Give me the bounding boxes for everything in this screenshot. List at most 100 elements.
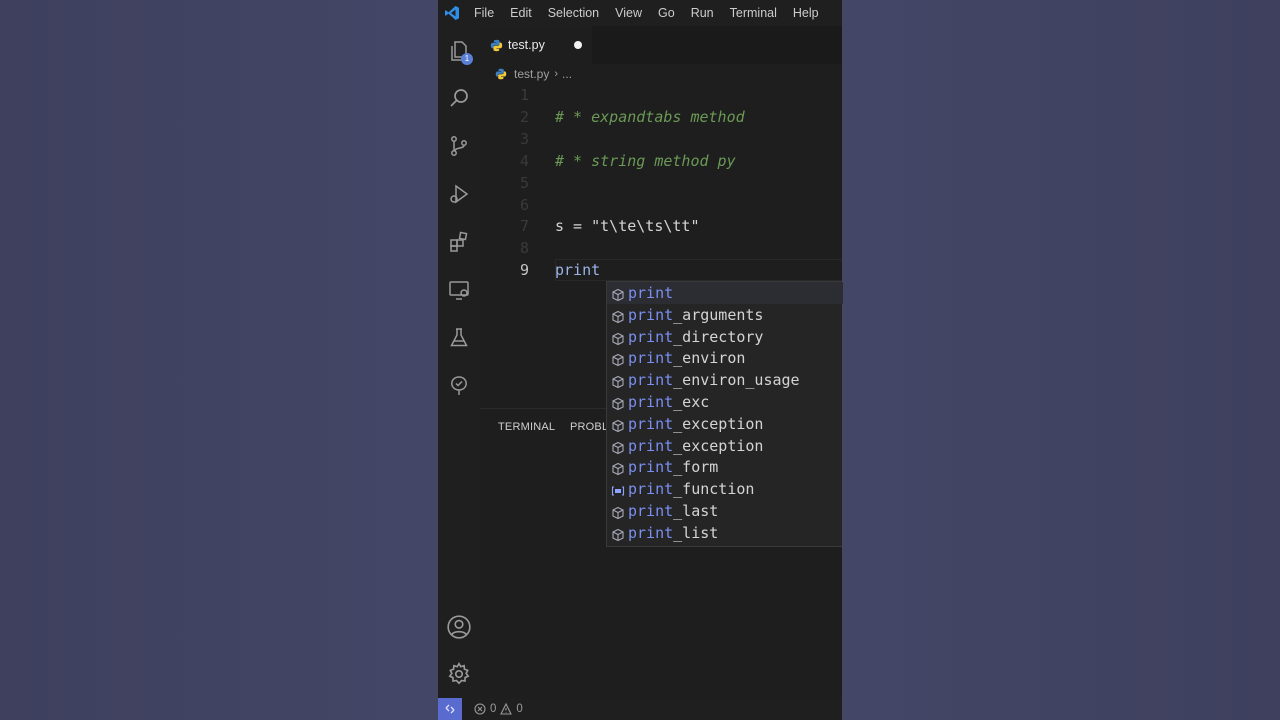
menu-view[interactable]: View <box>607 0 650 26</box>
suggestion-item[interactable]: print_directory <box>607 326 843 348</box>
suggestion-item[interactable]: print_exception <box>607 435 843 457</box>
suggestion-rest: _environ_usage <box>673 371 800 390</box>
menu-selection[interactable]: Selection <box>540 0 607 26</box>
line-number: 2 <box>519 108 529 126</box>
cube-icon <box>611 373 625 389</box>
suggestion-label: print_list <box>628 522 718 544</box>
menu-run[interactable]: Run <box>683 0 722 26</box>
tab-test-py[interactable]: test.py <box>480 26 592 65</box>
line-code: print <box>555 261 601 279</box>
suggestion-match: print <box>628 327 674 346</box>
suggestion-item[interactable]: print_exc <box>607 391 843 413</box>
suggestion-item[interactable]: print_function <box>607 478 843 500</box>
suggestion-match: print <box>628 502 674 520</box>
suggestion-match: print <box>628 305 674 324</box>
suggestion-rest: _exception <box>673 436 764 455</box>
breadcrumb-symbol[interactable]: ... <box>562 67 572 81</box>
explorer-badge: 1 <box>461 53 473 65</box>
unsaved-dot-icon[interactable] <box>574 41 582 49</box>
menu-edit[interactable]: Edit <box>502 0 540 26</box>
suggestion-match: print <box>628 436 674 455</box>
suggestion-match: print <box>628 284 674 302</box>
cube-icon <box>611 286 625 302</box>
suggestion-rest: _arguments <box>673 305 764 324</box>
warning-count: 0 <box>516 703 523 715</box>
suggestion-match: print <box>628 480 674 499</box>
line-code: # * string method py <box>555 152 736 170</box>
code-line: 3 <box>480 128 842 150</box>
suggestion-rest: _form <box>673 458 719 477</box>
cube-icon <box>611 417 625 432</box>
code-line: 1 <box>480 84 842 106</box>
testing-flask-icon[interactable] <box>443 322 475 354</box>
search-icon[interactable] <box>443 82 475 114</box>
suggestion-label: print_function <box>628 478 754 500</box>
cube-icon <box>611 395 625 411</box>
line-code: s = "t\te\ts\tt" <box>555 217 700 235</box>
suggestion-item[interactable]: print_arguments <box>607 304 843 326</box>
suggestion-label: print_directory <box>628 326 763 348</box>
code-line: 7 s = "t\te\ts\tt" <box>480 215 842 237</box>
suggestion-rest: _function <box>673 480 755 499</box>
menu-file[interactable]: File <box>466 0 502 26</box>
suggestion-item[interactable]: print_environ <box>607 347 843 369</box>
suggestion-rest: _list <box>673 523 719 542</box>
tab-label: test.py <box>508 38 545 52</box>
settings-gear-icon[interactable] <box>443 658 475 690</box>
error-icon <box>474 703 486 715</box>
suggestion-rest: _exc <box>673 393 710 411</box>
cube-icon <box>611 330 625 345</box>
cube-icon <box>611 460 625 476</box>
suggestion-item[interactable]: print_environ_usage <box>607 369 843 391</box>
suggestion-label: print_arguments <box>628 304 763 326</box>
problems-status[interactable]: 0 0 <box>474 703 523 715</box>
code-line: 4 # * string method py <box>480 150 842 172</box>
code-line-active: 9 print <box>480 259 842 281</box>
suggestion-item[interactable]: print_form <box>607 456 843 478</box>
suggestion-rest: _last <box>673 502 719 520</box>
suggestion-item[interactable]: print_list <box>607 522 843 544</box>
breadcrumb: test.py › ... <box>480 64 842 84</box>
menu-terminal[interactable]: Terminal <box>722 0 785 26</box>
chevron-right-icon: › <box>554 68 559 80</box>
explorer-icon[interactable]: 1 <box>443 35 475 67</box>
code-line: 2 # * expandtabs method <box>480 106 842 128</box>
suggestion-rest: _directory <box>673 327 764 346</box>
remote-explorer-icon[interactable] <box>443 274 475 306</box>
menu-bar: File Edit Selection View Go Run Terminal… <box>438 0 842 26</box>
breadcrumb-file[interactable]: test.py <box>514 67 549 81</box>
account-icon[interactable] <box>443 611 475 643</box>
warning-icon <box>500 703 513 715</box>
line-number: 9 <box>519 261 529 279</box>
extensions-icon[interactable] <box>443 226 475 258</box>
error-count: 0 <box>490 703 497 715</box>
suggestion-item[interactable]: print <box>607 282 843 304</box>
status-bar: 0 0 <box>438 698 842 720</box>
run-debug-icon[interactable] <box>443 178 475 210</box>
suggestion-match: print <box>628 414 674 433</box>
cube-icon <box>611 351 625 367</box>
suggestion-match: print <box>628 349 674 368</box>
suggestion-match: print <box>628 458 674 477</box>
source-control-icon[interactable] <box>443 130 475 162</box>
tree-check-icon[interactable] <box>443 370 475 402</box>
tab-terminal[interactable]: TERMINAL <box>498 421 555 433</box>
suggestion-match: print <box>628 523 674 542</box>
python-file-icon <box>495 68 507 80</box>
line-number: 5 <box>519 174 529 192</box>
suggestion-label: print_exception <box>628 435 763 457</box>
menu-help[interactable]: Help <box>785 0 827 26</box>
line-number: 8 <box>519 239 529 257</box>
python-file-icon <box>490 39 503 52</box>
line-number: 7 <box>519 217 529 235</box>
variable-icon <box>611 482 625 496</box>
suggestion-label: print_environ_usage <box>628 369 800 391</box>
suggestion-label: print <box>628 282 673 304</box>
remote-indicator-button[interactable] <box>438 698 462 720</box>
menu-go[interactable]: Go <box>650 0 683 26</box>
suggestion-item[interactable]: print_exception <box>607 413 843 435</box>
suggestion-label: print_last <box>628 500 718 522</box>
suggestion-label: print_exc <box>628 391 709 413</box>
suggestion-item[interactable]: print_last <box>607 500 843 522</box>
code-line: 6 <box>480 194 842 216</box>
